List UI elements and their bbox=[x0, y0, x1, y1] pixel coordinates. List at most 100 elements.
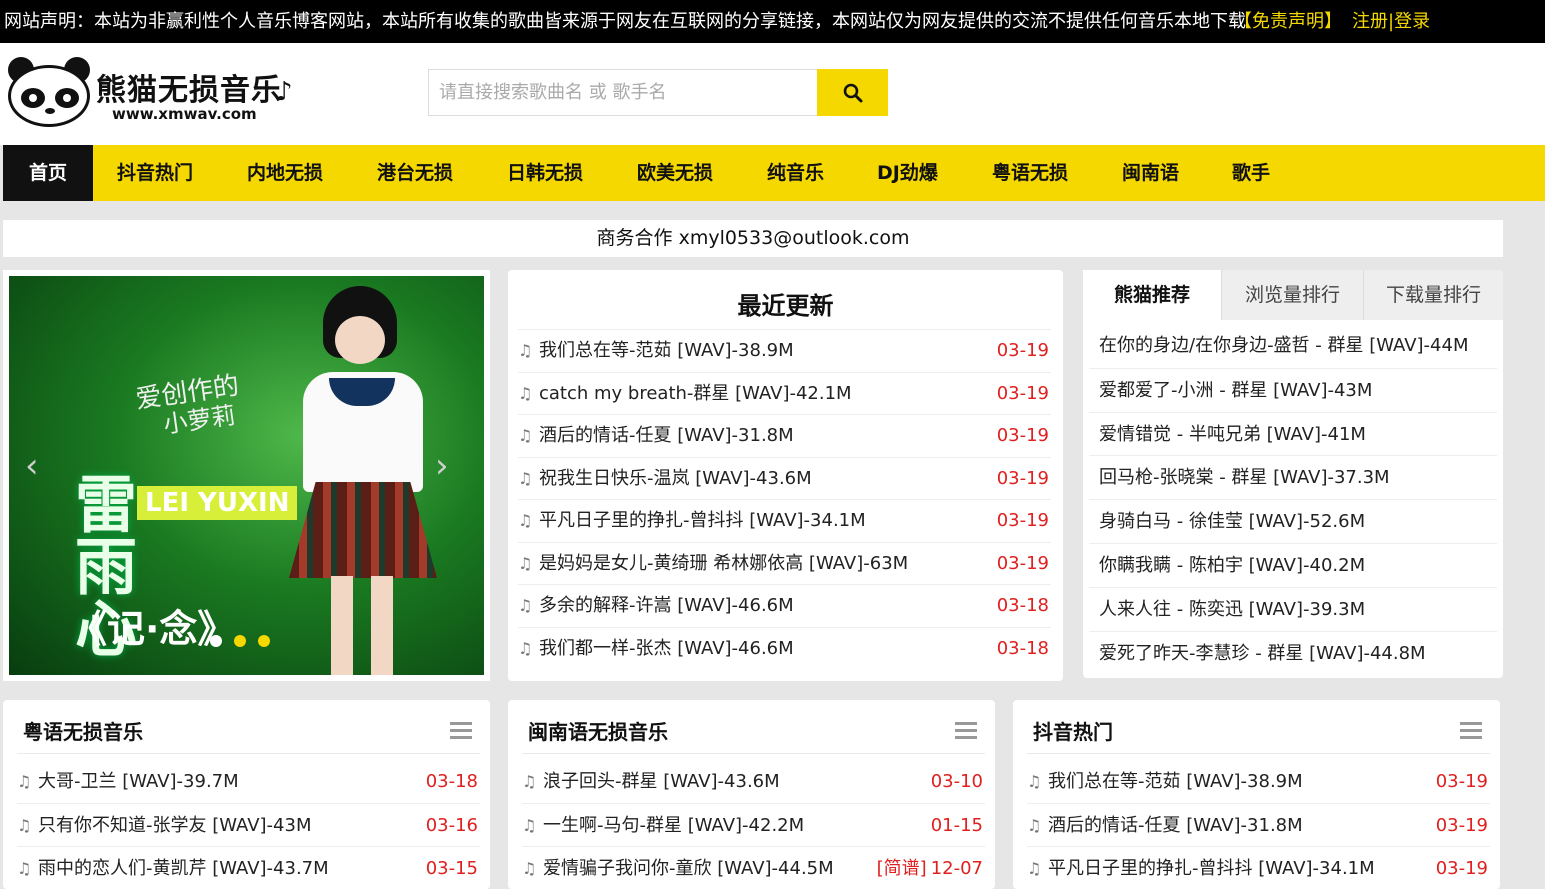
search-bar bbox=[428, 69, 888, 116]
nav-western[interactable]: 欧美无损 bbox=[637, 145, 713, 201]
nav-singers[interactable]: 歌手 bbox=[1232, 145, 1270, 201]
tab-downloads-rank[interactable]: 下载量排行 bbox=[1363, 270, 1503, 320]
douyin-hot-box: 抖音热门 ♫ 我们总在等-范茹 [WAV]-38.9M 03-19 ♫ 酒后的情话-任… bbox=[1013, 700, 1500, 889]
music-note-icon: ♫ bbox=[522, 859, 537, 878]
box-title[interactable]: 粤语无损音乐 bbox=[23, 716, 143, 745]
recent-updates-panel: 最近更新 ♫ 我们总在等-范茹 [WAV]-38.9M 03-19 ♫ catch m… bbox=[508, 270, 1063, 681]
search-button[interactable] bbox=[817, 69, 888, 116]
list-item[interactable]: ♫ 多余的解释-许嵩 [WAV]-46.6M 03-18 bbox=[518, 584, 1051, 627]
list-item[interactable]: ♫ 只有你不知道-张学友 [WAV]-43M 03-16 bbox=[17, 803, 480, 846]
logo-url: www.xmwav.com bbox=[112, 105, 257, 123]
nav-mainland[interactable]: 内地无损 bbox=[247, 145, 323, 201]
box-title[interactable]: 闽南语无损音乐 bbox=[528, 716, 668, 745]
list-item[interactable]: ♫ 浪子回头-群星 [WAV]-43.6M 03-10 bbox=[522, 760, 985, 803]
list-item[interactable]: ♫ 我们总在等-范茹 [WAV]-38.9M 03-19 bbox=[1027, 760, 1490, 803]
banner-slide[interactable]: 爱创作的 小萝莉 雷雨心 LEI YUXIN 《记·念》 bbox=[9, 276, 484, 675]
music-note-icon: ♫ bbox=[522, 816, 537, 835]
slider-dots bbox=[210, 632, 282, 651]
list-item-date: 03-19 bbox=[996, 510, 1049, 531]
tab-views-rank[interactable]: 浏览量排行 bbox=[1221, 270, 1363, 320]
box-title[interactable]: 抖音热门 bbox=[1033, 716, 1113, 745]
banner-artist-en: LEI YUXIN bbox=[137, 486, 298, 520]
banner-artist-image bbox=[281, 286, 441, 675]
music-note-icon: ♫ bbox=[17, 816, 32, 835]
logo-title: 熊猫无损音乐 bbox=[96, 73, 282, 108]
list-item[interactable]: ♫ 酒后的情话-任夏 [WAV]-31.8M 03-19 bbox=[1027, 803, 1490, 846]
nav-minnan[interactable]: 闽南语 bbox=[1122, 145, 1179, 201]
music-note-icon: ♫ bbox=[518, 341, 533, 360]
cantonese-box: 粤语无损音乐 ♫ 大哥-卫兰 [WAV]-39.7M 03-18 ♫ 只有你不知道-张… bbox=[3, 700, 490, 889]
search-icon bbox=[843, 83, 862, 102]
list-item[interactable]: 爱情错觉 - 半吨兄弟 [WAV]-41M bbox=[1089, 411, 1497, 456]
list-item-date: [简谱] 12-07 bbox=[876, 858, 983, 879]
slider-dot[interactable] bbox=[234, 635, 246, 647]
music-note-icon: ♫ bbox=[518, 638, 533, 658]
list-item[interactable]: ♫ 祝我生日快乐-温岚 [WAV]-43.6M 03-19 bbox=[518, 456, 1051, 500]
music-note-icon: ♫ bbox=[522, 772, 537, 791]
list-menu-icon[interactable] bbox=[955, 722, 977, 743]
panda-icon bbox=[4, 57, 94, 127]
main-nav: 首页 抖音热门 内地无损 港台无损 日韩无损 欧美无损 纯音乐 DJ劲爆 粤语无… bbox=[3, 145, 1545, 201]
music-note-icon: ♫ bbox=[1027, 772, 1042, 791]
list-item[interactable]: ♫ 爱情骗子我问你-童欣 [WAV]-44.5M [简谱] 12-07 bbox=[522, 846, 985, 889]
recent-updates-list: ♫ 我们总在等-范茹 [WAV]-38.9M 03-19 ♫ catch my bre… bbox=[518, 329, 1051, 669]
recent-updates-title: 最近更新 bbox=[737, 292, 834, 320]
list-item[interactable]: ♫ 大哥-卫兰 [WAV]-39.7M 03-18 bbox=[17, 760, 480, 803]
music-note-icon: ♫ bbox=[518, 553, 533, 573]
nav-douyin-hot[interactable]: 抖音热门 bbox=[117, 145, 193, 201]
list-item[interactable]: 人来人往 - 陈奕迅 [WAV]-39.3M bbox=[1089, 586, 1497, 631]
list-menu-icon[interactable] bbox=[1460, 722, 1482, 743]
list-item-date: 03-15 bbox=[425, 858, 478, 879]
music-note-icon: ♫ bbox=[17, 772, 32, 791]
list-menu-icon[interactable] bbox=[450, 722, 472, 743]
site-notice: 网站声明：本站为非赢利性个人音乐博客网站，本站所有收集的歌曲皆来源于网友在互联网… bbox=[4, 11, 1246, 32]
nav-hk-tw[interactable]: 港台无损 bbox=[377, 145, 453, 201]
nav-dj[interactable]: DJ劲爆 bbox=[877, 145, 938, 201]
music-note-icon: ♫ bbox=[1027, 816, 1042, 835]
list-item[interactable]: 在你的身边/在你身边-盛哲 - 群星 [WAV]-44M bbox=[1089, 324, 1497, 368]
music-note-icon: ♫ bbox=[1027, 859, 1042, 878]
music-note-icon: ♫ bbox=[518, 468, 533, 488]
list-item[interactable]: 回马枪-张晓棠 - 群星 [WAV]-37.3M bbox=[1089, 455, 1497, 499]
list-item-date: 03-16 bbox=[425, 815, 478, 836]
register-login-link[interactable]: 注册|登录 bbox=[1352, 0, 1430, 43]
list-item-date: 03-10 bbox=[930, 771, 983, 792]
slider-prev-icon[interactable]: ‹ bbox=[25, 446, 39, 486]
list-item[interactable]: 爱死了昨天-李慧珍 - 群星 [WAV]-44.8M bbox=[1089, 630, 1497, 675]
list-item[interactable]: 身骑白马 - 徐佳莹 [WAV]-52.6M bbox=[1089, 499, 1497, 543]
list-item[interactable]: ♫ 一生啊-马句-群星 [WAV]-42.2M 01-15 bbox=[522, 803, 985, 846]
list-item[interactable]: ♫ 是妈妈是女儿-黄绮珊 希林娜依高 [WAV]-63M 03-19 bbox=[518, 541, 1051, 585]
slider-dot[interactable] bbox=[210, 635, 222, 647]
list-item-date: 03-19 bbox=[996, 340, 1049, 361]
list-item[interactable]: ♫ 我们都一样-张杰 [WAV]-46.6M 03-18 bbox=[518, 626, 1051, 670]
nav-jp-kr[interactable]: 日韩无损 bbox=[507, 145, 583, 201]
list-item-date: 03-18 bbox=[425, 771, 478, 792]
music-note-icon: ♫ bbox=[518, 426, 533, 445]
minnan-box: 闽南语无损音乐 ♫ 浪子回头-群星 [WAV]-43.6M 03-10 ♫ 一生啊-马… bbox=[508, 700, 995, 889]
tab-panda-recommend[interactable]: 熊猫推荐 bbox=[1083, 270, 1221, 320]
list-item[interactable]: 你瞒我瞒 - 陈柏宇 [WAV]-40.2M bbox=[1089, 542, 1497, 587]
site-logo[interactable]: 熊猫无损音乐 www.xmwav.com ♪ bbox=[4, 51, 304, 141]
list-item[interactable]: 爱都爱了-小洲 - 群星 [WAV]-43M bbox=[1089, 367, 1497, 412]
nav-instrumental[interactable]: 纯音乐 bbox=[767, 145, 824, 201]
nav-cantonese[interactable]: 粤语无损 bbox=[992, 145, 1068, 201]
music-note-icon: ♫ bbox=[518, 511, 533, 530]
nav-home[interactable]: 首页 bbox=[3, 145, 93, 201]
list-item[interactable]: ♫ catch my breath-群星 [WAV]-42.1M 03-19 bbox=[518, 371, 1051, 415]
search-input[interactable] bbox=[428, 69, 818, 116]
list-item-date: 03-19 bbox=[996, 552, 1049, 574]
music-note-icon: ♪ bbox=[276, 77, 293, 107]
music-note-icon: ♫ bbox=[518, 596, 533, 615]
list-item[interactable]: ♫ 平凡日子里的挣扎-曾抖抖 [WAV]-34.1M 03-19 bbox=[1027, 846, 1490, 889]
business-contact: 商务合作 xmyl0533@outlook.com bbox=[3, 220, 1503, 257]
ranking-tabs: 熊猫推荐 浏览量排行 下载量排行 bbox=[1083, 270, 1503, 320]
slider-next-icon[interactable]: › bbox=[435, 446, 449, 486]
list-item[interactable]: ♫ 我们总在等-范茹 [WAV]-38.9M 03-19 bbox=[518, 329, 1051, 372]
slider-dot[interactable] bbox=[258, 635, 270, 647]
site-header: 熊猫无损音乐 www.xmwav.com ♪ bbox=[0, 43, 1545, 145]
list-item[interactable]: ♫ 酒后的情话-任夏 [WAV]-31.8M 03-19 bbox=[518, 414, 1051, 457]
list-item[interactable]: ♫ 平凡日子里的挣扎-曾抖抖 [WAV]-34.1M 03-19 bbox=[518, 499, 1051, 542]
list-item[interactable]: ♫ 雨中的恋人们-黄凯芹 [WAV]-43.7M 03-15 bbox=[17, 846, 480, 889]
disclaimer-link[interactable]: 【免责声明】 bbox=[1234, 0, 1342, 43]
list-item-date: 01-15 bbox=[930, 815, 983, 836]
